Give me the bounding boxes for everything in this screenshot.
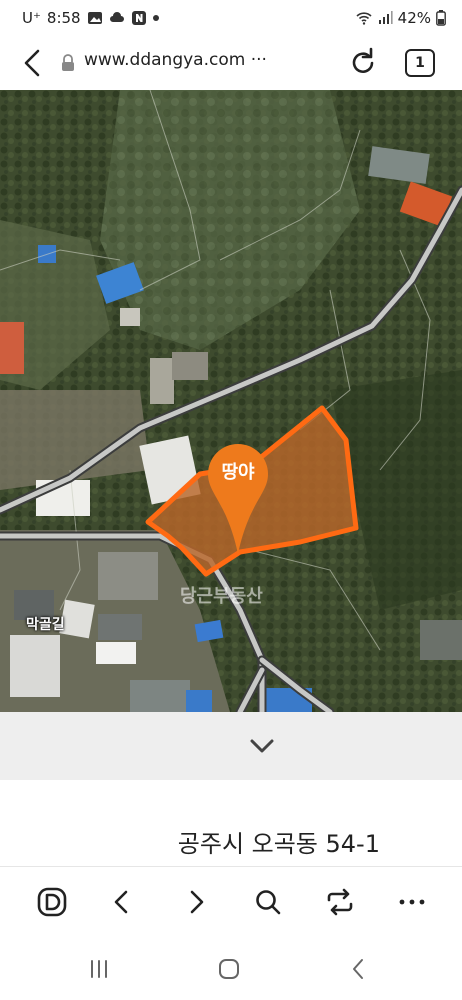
browser-back-button[interactable] — [16, 46, 50, 80]
road-name-label: 막골길 — [26, 617, 65, 633]
browser-address-bar: www.ddangya.com ··· 1 — [0, 36, 462, 90]
more-icon[interactable] — [396, 886, 428, 918]
home-icon[interactable] — [216, 956, 242, 982]
tab-count: 1 — [415, 55, 425, 71]
naver-icon — [131, 11, 146, 25]
battery-percent: 42% — [397, 9, 431, 27]
back-icon[interactable] — [106, 886, 138, 918]
home-icon[interactable] — [36, 886, 68, 918]
lock-icon — [62, 54, 74, 71]
tab-count-button[interactable]: 1 — [405, 49, 435, 77]
reload-button[interactable] — [346, 46, 380, 80]
chevron-down-icon[interactable] — [248, 736, 276, 756]
gallery-icon — [87, 12, 102, 24]
clock: 8:58 — [46, 9, 81, 27]
signal-icon — [378, 11, 393, 24]
expand-map-strip[interactable] — [0, 712, 462, 780]
battery-icon — [436, 10, 446, 26]
cloud-icon — [109, 12, 124, 22]
property-address: 공주시 오곡동 54-1 — [177, 830, 380, 858]
browser-toolbar — [0, 872, 462, 932]
map-imagery — [0, 90, 462, 712]
url-field[interactable]: www.ddangya.com ··· — [84, 50, 267, 70]
search-icon[interactable] — [252, 886, 284, 918]
satellite-map[interactable]: 땅야 당근부동산 막골길 — [0, 90, 462, 712]
share-icon[interactable] — [324, 886, 356, 918]
wifi-icon — [356, 12, 372, 25]
divider — [0, 866, 462, 867]
status-left: U⁺ 8:58 — [22, 8, 159, 28]
pin-label: 땅야 — [221, 462, 255, 483]
status-bar: U⁺ 8:58 42% — [0, 0, 462, 36]
recents-icon[interactable] — [86, 956, 112, 982]
back-icon[interactable] — [346, 956, 372, 982]
status-right: 42% — [356, 8, 446, 28]
notification-dot — [152, 15, 159, 21]
system-navigation-bar — [0, 938, 462, 1000]
forward-icon[interactable] — [180, 886, 212, 918]
carrier-label: U⁺ — [22, 9, 41, 27]
map-watermark: 당근부동산 — [180, 586, 263, 607]
